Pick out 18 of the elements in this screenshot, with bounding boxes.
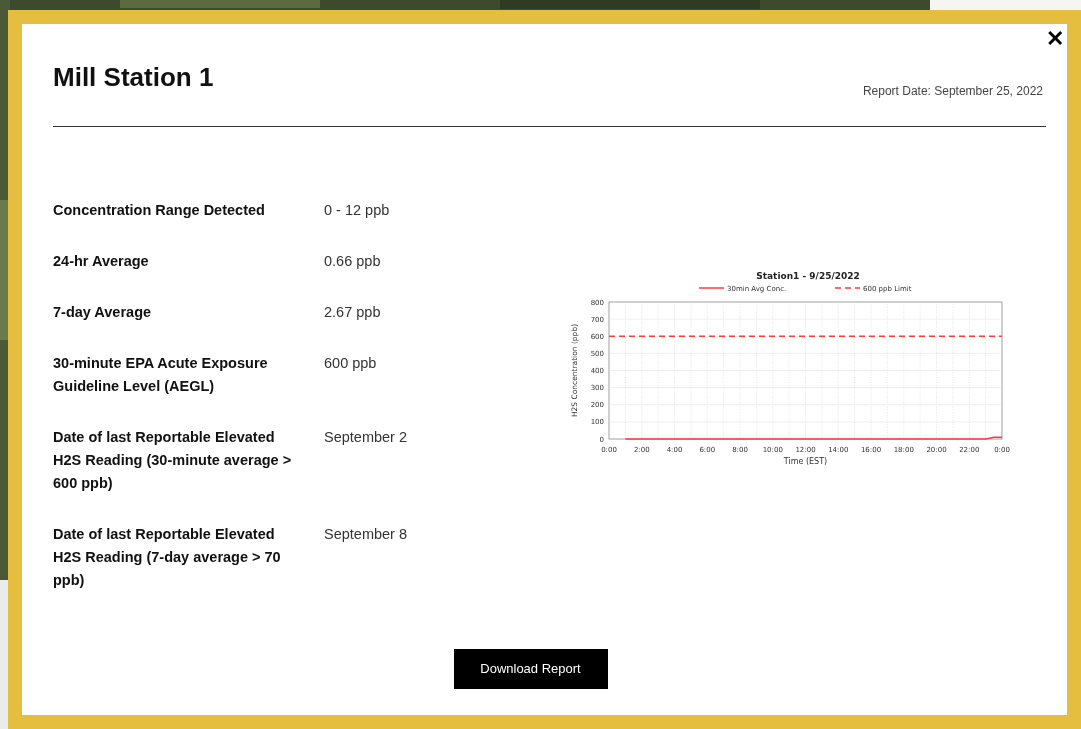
close-button[interactable]: ✕ bbox=[1046, 28, 1064, 50]
download-report-button[interactable]: Download Report bbox=[453, 649, 608, 689]
detail-label: 7-day Average bbox=[53, 303, 153, 322]
detail-label: Concentration Range Detected bbox=[53, 201, 266, 220]
report-date: Report Date: September 25, 2022 bbox=[862, 83, 1043, 100]
x-axis-label: Time (EST) bbox=[783, 457, 828, 466]
modal-title: Mill Station 1 bbox=[53, 61, 214, 94]
detail-value: 2.67 ppb bbox=[324, 303, 381, 322]
detail-label: 24-hr Average bbox=[53, 252, 150, 271]
chart-title: Station1 - 9/25/2022 bbox=[756, 271, 860, 281]
detail-value: 0.66 ppb bbox=[324, 252, 381, 271]
detail-value: September 8 bbox=[324, 525, 408, 544]
detail-value: 600 ppb bbox=[324, 354, 377, 373]
detail-label: Date of last Reportable Elevated H2S Reading (7-day average > 70 ppb) bbox=[53, 525, 282, 590]
detail-label: 30-minute EPA Acute Exposure Guideline Level (AEGL) bbox=[53, 354, 269, 396]
detail-value: 0 - 12 ppb bbox=[324, 201, 390, 220]
detail-label: Date of last Reportable Elevated H2S Reading (30-minute average > 600 ppb) bbox=[53, 428, 293, 493]
detail-value: September 2 bbox=[324, 428, 408, 447]
